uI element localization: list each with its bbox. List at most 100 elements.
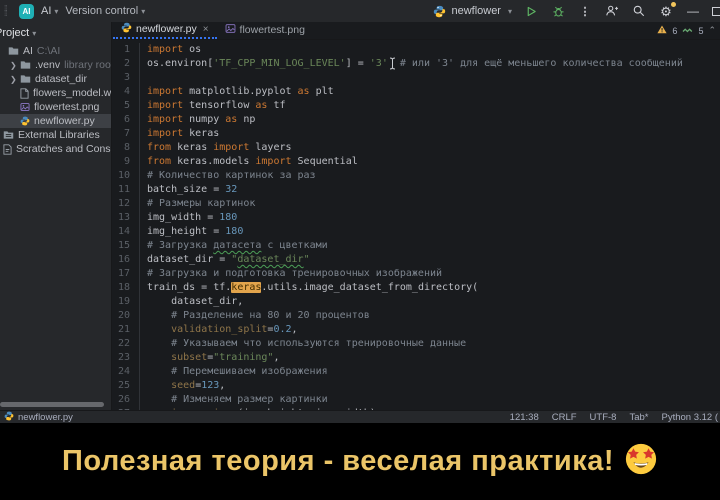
tree-item-external-libraries[interactable]: External Libraries (0, 128, 111, 142)
line-number[interactable]: 8 (113, 141, 140, 155)
code-line[interactable]: 20 # Разделение на 80 и 20 процентов (113, 309, 720, 323)
line-ending[interactable]: CRLF (552, 412, 577, 423)
line-number[interactable]: 19 (113, 295, 140, 309)
line-number[interactable]: 10 (113, 169, 140, 183)
line-number[interactable]: 11 (113, 183, 140, 197)
code-line[interactable]: 11batch_size = 32 (113, 183, 720, 197)
line-number[interactable]: 3 (113, 71, 140, 85)
project-menu[interactable]: AI ▾ (41, 5, 58, 17)
line-number[interactable]: 13 (113, 211, 140, 225)
code-line[interactable]: 14img_height = 180 (113, 225, 720, 239)
code-line[interactable]: 5import tensorflow as tf (113, 99, 720, 113)
vcs-menu[interactable]: Version control ▾ (65, 5, 145, 17)
line-number[interactable]: 18 (113, 281, 140, 295)
code-line[interactable]: 4import matplotlib.pyplot as plt (113, 85, 720, 99)
chevron-right-icon[interactable]: ❯ (10, 61, 18, 70)
caret-position[interactable]: 121:38 (510, 412, 539, 423)
code-text: import keras (140, 127, 219, 141)
project-tree: AIC:\AI❯.venvlibrary root❯dataset_dirflo… (0, 44, 111, 156)
line-number[interactable]: 12 (113, 197, 140, 211)
tree-item-dataset-dir[interactable]: ❯dataset_dir (0, 72, 111, 86)
line-number[interactable]: 23 (113, 351, 140, 365)
code-text: # Разделение на 80 и 20 процентов (140, 309, 370, 323)
code-line[interactable]: 19 dataset_dir, (113, 295, 720, 309)
line-number[interactable]: 20 (113, 309, 140, 323)
code-text: validation_split=0.2, (140, 323, 298, 337)
status-file-name[interactable]: newflower.py (18, 412, 73, 423)
collaborate-icon[interactable] (604, 3, 620, 19)
inspections-widget[interactable]: 6 5 ⌃ (657, 25, 716, 36)
line-number[interactable]: 16 (113, 253, 140, 267)
settings-icon[interactable]: ⚙ (658, 3, 674, 19)
code-text: import tensorflow as tf (140, 99, 285, 113)
line-number[interactable]: 26 (113, 393, 140, 407)
line-number[interactable]: 1 (113, 43, 140, 57)
code-line[interactable]: 7import keras (113, 127, 720, 141)
line-number[interactable]: 4 (113, 85, 140, 99)
code-line[interactable]: 8from keras import layers (113, 141, 720, 155)
code-line[interactable]: 22 # Указываем что используются трениров… (113, 337, 720, 351)
code-line[interactable]: 25 seed=123, (113, 379, 720, 393)
chevron-right-icon[interactable]: ❯ (10, 75, 18, 84)
line-number[interactable]: 24 (113, 365, 140, 379)
drag-handle-icon[interactable]: ⁞⁞⁞⁞ (4, 6, 12, 16)
project-menu-label: AI (41, 5, 51, 17)
code-line[interactable]: 23 subset="training", (113, 351, 720, 365)
run-button[interactable] (523, 3, 539, 19)
line-number[interactable]: 21 (113, 323, 140, 337)
python-interpreter[interactable]: Python 3.12 ( (661, 412, 718, 423)
line-number[interactable]: 17 (113, 267, 140, 281)
code-line[interactable]: 21 validation_split=0.2, (113, 323, 720, 337)
line-number[interactable]: 7 (113, 127, 140, 141)
code-line[interactable]: 16dataset_dir = "dataset_dir" (113, 253, 720, 267)
tree-item-extra: C:\AI (37, 45, 60, 57)
tree-item-newflower-py[interactable]: newflower.py (0, 114, 111, 128)
tab-flowertest-png[interactable]: flowertest.png (217, 21, 313, 39)
code-line[interactable]: 18train_ds = tf.keras.utils.image_datase… (113, 281, 720, 295)
tree-item-flowertest-png[interactable]: flowertest.png (0, 100, 111, 114)
code-line[interactable]: 2os.environ['TF_CPP_MIN_LOG_LEVEL'] = '3… (113, 57, 720, 71)
tree-item-label: flowertest.png (34, 101, 99, 113)
chevron-down-icon: ▾ (54, 7, 58, 16)
line-number[interactable]: 6 (113, 113, 140, 127)
minimize-button[interactable]: — (685, 3, 701, 19)
line-number[interactable]: 15 (113, 239, 140, 253)
project-panel-header[interactable]: Project ▾ (0, 22, 111, 44)
line-number[interactable]: 25 (113, 379, 140, 393)
debug-button[interactable] (550, 3, 566, 19)
code-line[interactable]: 10# Количество картинок за раз (113, 169, 720, 183)
tab-newflower-py[interactable]: newflower.py × (113, 21, 217, 39)
close-icon[interactable]: × (203, 24, 209, 35)
line-number[interactable]: 22 (113, 337, 140, 351)
code-line[interactable]: 9from keras.models import Sequential (113, 155, 720, 169)
code-line[interactable]: 17# Загрузка и подготовка тренировочных … (113, 267, 720, 281)
code-line[interactable]: 6import numpy as np (113, 113, 720, 127)
line-number[interactable]: 9 (113, 155, 140, 169)
run-config-selector[interactable]: newflower ▾ (431, 3, 512, 19)
search-icon[interactable] (631, 3, 647, 19)
code-line[interactable]: 1import os (113, 43, 720, 57)
tree-item-scratches-and-consoles[interactable]: Scratches and Consoles (0, 142, 111, 156)
panel-scrollbar[interactable] (0, 402, 104, 407)
tree-item--venv[interactable]: ❯.venvlibrary root (0, 58, 111, 72)
tree-item-flowers-model-weights-h5[interactable]: flowers_model.weights.h5 (0, 86, 111, 100)
code-area[interactable]: 1import os2os.environ['TF_CPP_MIN_LOG_LE… (113, 41, 720, 410)
line-number[interactable]: 14 (113, 225, 140, 239)
more-actions-button[interactable]: ⋮ (577, 3, 593, 19)
tree-item-ai[interactable]: AIC:\AI (0, 44, 111, 58)
code-line[interactable]: 13img_width = 180 (113, 211, 720, 225)
maximize-button[interactable] (712, 7, 720, 16)
library-icon (3, 130, 14, 140)
code-token: tensorflow (183, 100, 255, 111)
code-line[interactable]: 24 # Перемешиваем изображения (113, 365, 720, 379)
file-encoding[interactable]: UTF-8 (590, 412, 617, 423)
line-number[interactable]: 5 (113, 99, 140, 113)
line-number[interactable]: 2 (113, 57, 140, 71)
collapse-widget-icon[interactable]: ⌃ (708, 25, 716, 36)
code-line[interactable]: 12# Размеры картинок (113, 197, 720, 211)
code-line[interactable]: 15# Загрузка датасета с цветками (113, 239, 720, 253)
code-line[interactable]: 3 (113, 71, 720, 85)
project-badge[interactable]: AI (19, 4, 34, 19)
code-line[interactable]: 26 # Изменяем размер картинки (113, 393, 720, 407)
indent-style[interactable]: Tab* (629, 412, 648, 423)
